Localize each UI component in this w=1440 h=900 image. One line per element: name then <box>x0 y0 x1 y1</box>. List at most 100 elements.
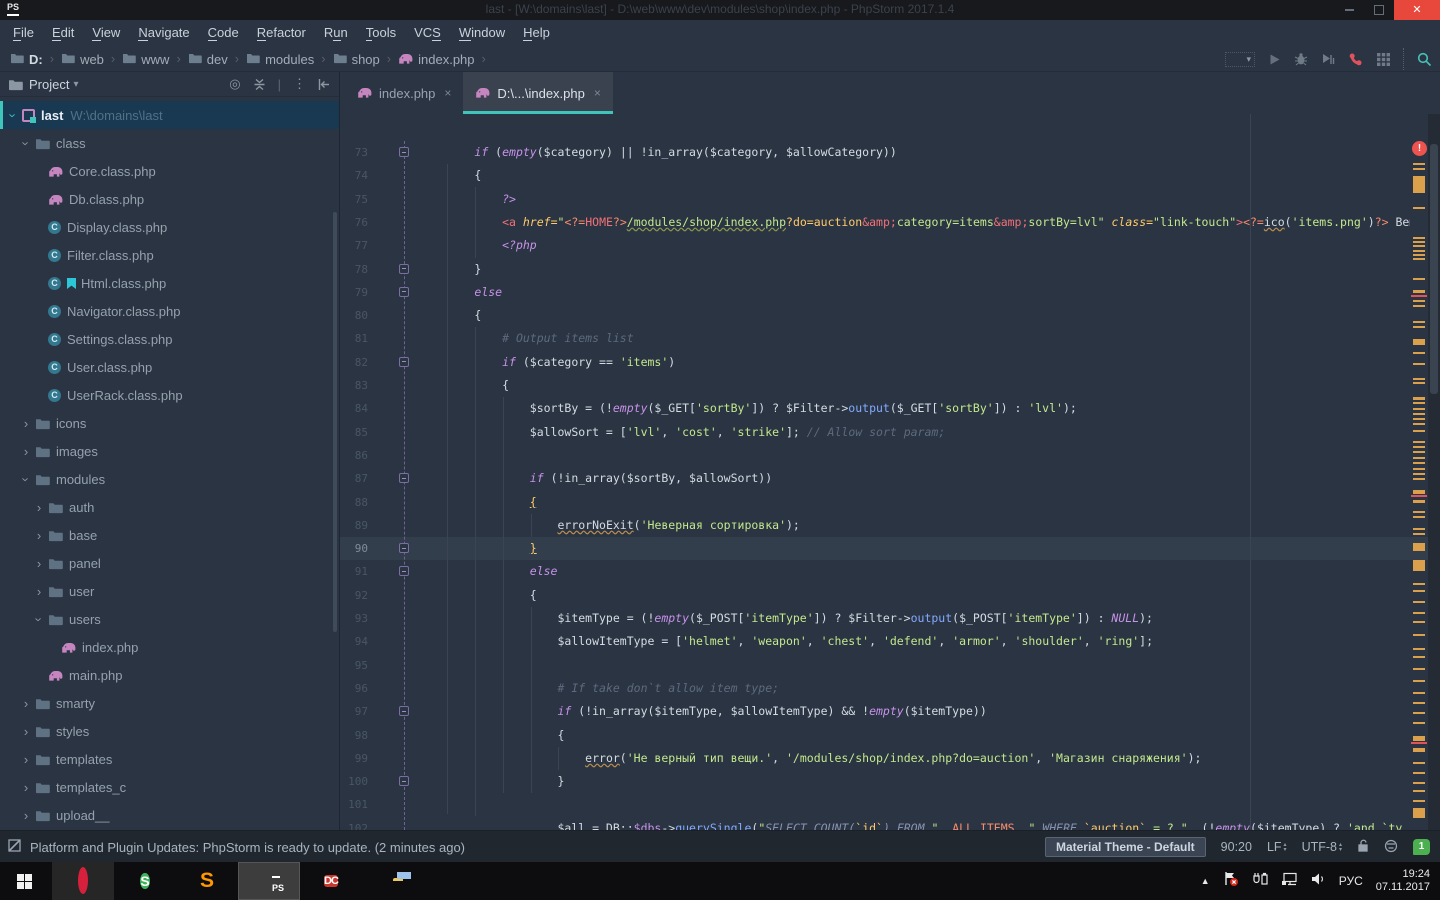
chevron-expanded-icon[interactable]: › <box>19 136 34 150</box>
taskbar-clock[interactable]: 19:24 07.11.2017 <box>1376 868 1430 894</box>
warning-stripe-mark[interactable] <box>1413 278 1425 280</box>
warning-stripe-mark[interactable] <box>1413 305 1425 307</box>
warning-stripe-mark[interactable] <box>1413 702 1425 704</box>
run-icon[interactable] <box>1268 48 1281 70</box>
collapse-all-icon[interactable] <box>253 78 266 91</box>
editor-tab-indexphp[interactable]: index.php× <box>345 72 463 114</box>
breadcrumb-item-dev[interactable]: dev <box>188 52 228 67</box>
tree-item-templates_c[interactable]: ›templates_c <box>0 773 339 801</box>
project-panel-title[interactable]: Project <box>29 77 69 92</box>
code-text[interactable]: if (empty($category) || !in_array($categ… <box>340 114 1410 830</box>
menu-item-code[interactable]: Code <box>199 20 248 46</box>
tree-item-Filter.class.php[interactable]: CFilter.class.php <box>0 241 339 269</box>
network-icon[interactable] <box>1281 872 1298 891</box>
chevron-expanded-icon[interactable]: › <box>6 108 21 122</box>
breadcrumb-item-D[interactable]: D: <box>10 52 43 67</box>
warning-stripe-mark[interactable] <box>1413 612 1425 614</box>
warning-stripe-mark[interactable] <box>1413 163 1425 165</box>
menu-item-window[interactable]: Window <box>450 20 514 46</box>
locate-file-icon[interactable]: ◎ <box>229 76 240 92</box>
warning-stripe-mark[interactable] <box>1413 408 1425 410</box>
chevron-collapsed-icon[interactable]: › <box>19 808 33 823</box>
tab-close-icon[interactable]: × <box>594 86 601 100</box>
warning-stripe-mark[interactable] <box>1413 634 1425 636</box>
profile-grid-icon[interactable] <box>1377 48 1390 70</box>
tree-item-Db.class.php[interactable]: Db.class.php <box>0 185 339 213</box>
readonly-lock-icon[interactable] <box>1357 839 1369 855</box>
tree-item-upload__[interactable]: ›upload__ <box>0 801 339 829</box>
warning-stripe-mark[interactable] <box>1413 418 1425 420</box>
warning-stripe-mark[interactable] <box>1413 736 1425 741</box>
tree-item-users[interactable]: ›users <box>0 605 339 633</box>
warning-stripe-mark[interactable] <box>1413 772 1425 774</box>
warning-stripe-mark[interactable] <box>1413 543 1425 551</box>
warning-stripe-mark[interactable] <box>1413 668 1425 670</box>
editor-scrollbar-thumb[interactable] <box>1430 144 1438 394</box>
chevron-collapsed-icon[interactable]: › <box>19 416 33 431</box>
warning-stripe-mark[interactable] <box>1413 782 1425 784</box>
menu-item-navigate[interactable]: Navigate <box>129 20 198 46</box>
chevron-collapsed-icon[interactable]: › <box>32 500 46 515</box>
chevron-collapsed-icon[interactable]: › <box>32 584 46 599</box>
error-stripe[interactable] <box>1410 114 1428 830</box>
menu-item-run[interactable]: Run <box>315 20 357 46</box>
power-battery-icon[interactable] <box>1252 872 1268 891</box>
chevron-collapsed-icon[interactable]: › <box>19 752 33 767</box>
warning-stripe-mark[interactable] <box>1413 748 1425 752</box>
breadcrumb-item-indexphp[interactable]: index.php <box>398 52 474 67</box>
warning-stripe-mark[interactable] <box>1413 207 1425 209</box>
chevron-collapsed-icon[interactable]: › <box>19 724 33 739</box>
warning-stripe-mark[interactable] <box>1413 528 1425 530</box>
warning-stripe-mark[interactable] <box>1413 300 1425 302</box>
volume-icon[interactable] <box>1311 872 1326 891</box>
taskbar-app-phpstorm[interactable]: PS <box>238 862 300 900</box>
warning-stripe-mark[interactable] <box>1413 692 1425 694</box>
menu-item-tools[interactable]: Tools <box>357 20 405 46</box>
warning-stripe-mark[interactable] <box>1413 250 1425 252</box>
chevron-collapsed-icon[interactable]: › <box>32 556 46 571</box>
warning-stripe-mark[interactable] <box>1413 258 1425 260</box>
breadcrumb-item-web[interactable]: web <box>61 52 104 67</box>
taskbar-app-explorer[interactable] <box>362 862 424 900</box>
event-log-notification-badge[interactable]: 1 <box>1413 839 1430 855</box>
warning-stripe-mark[interactable] <box>1413 290 1425 293</box>
tree-item-modules[interactable]: ›modules <box>0 465 339 493</box>
security-flag-icon[interactable] <box>1223 871 1239 892</box>
tree-item-styles[interactable]: ›styles <box>0 717 339 745</box>
hector-inspections-icon[interactable] <box>1384 839 1398 856</box>
warning-stripe-mark[interactable] <box>1413 430 1425 432</box>
chevron-collapsed-icon[interactable]: › <box>19 696 33 711</box>
line-ending-widget[interactable]: LF▴▾ <box>1267 840 1287 854</box>
code-editor[interactable]: 7374757677787980818283848586878889909192… <box>340 114 1440 830</box>
tree-item-index.php[interactable]: index.php <box>0 633 339 661</box>
chevron-expanded-icon[interactable]: › <box>19 472 34 486</box>
hide-panel-icon[interactable] <box>318 79 331 90</box>
tree-item-Display.class.php[interactable]: CDisplay.class.php <box>0 213 339 241</box>
warning-stripe-mark[interactable] <box>1413 176 1425 193</box>
tree-item-class[interactable]: ›class <box>0 129 339 157</box>
warning-stripe-mark[interactable] <box>1413 762 1425 764</box>
taskbar-app-sublime[interactable]: S <box>176 862 238 900</box>
tree-item-templates[interactable]: ›templates <box>0 745 339 773</box>
menu-item-refactor[interactable]: Refactor <box>248 20 315 46</box>
warning-stripe-mark[interactable] <box>1413 583 1425 585</box>
warning-stripe-mark[interactable] <box>1413 382 1425 384</box>
warning-stripe-mark[interactable] <box>1413 397 1425 400</box>
search-icon[interactable] <box>1403 48 1432 70</box>
taskbar-app-doublecmd[interactable]: DC <box>300 862 362 900</box>
menu-item-edit[interactable]: Edit <box>43 20 83 46</box>
taskbar-app-skype[interactable]: S <box>114 862 176 900</box>
tree-item-user[interactable]: ›user <box>0 577 339 605</box>
warning-stripe-mark[interactable] <box>1413 473 1425 475</box>
tree-item-base[interactable]: ›base <box>0 521 339 549</box>
warning-stripe-mark[interactable] <box>1413 656 1425 658</box>
theme-widget[interactable]: Material Theme - Default <box>1045 837 1206 857</box>
warning-stripe-mark[interactable] <box>1413 712 1425 714</box>
warning-stripe-mark[interactable] <box>1413 621 1425 623</box>
warning-stripe-mark[interactable] <box>1413 722 1425 724</box>
chevron-expanded-icon[interactable]: › <box>32 612 47 626</box>
tree-item-icons[interactable]: ›icons <box>0 409 339 437</box>
warning-stripe-mark[interactable] <box>1413 790 1425 792</box>
warning-stripe-mark[interactable] <box>1413 511 1425 513</box>
tree-item-last[interactable]: ›lastW:\domains\last <box>0 101 339 129</box>
